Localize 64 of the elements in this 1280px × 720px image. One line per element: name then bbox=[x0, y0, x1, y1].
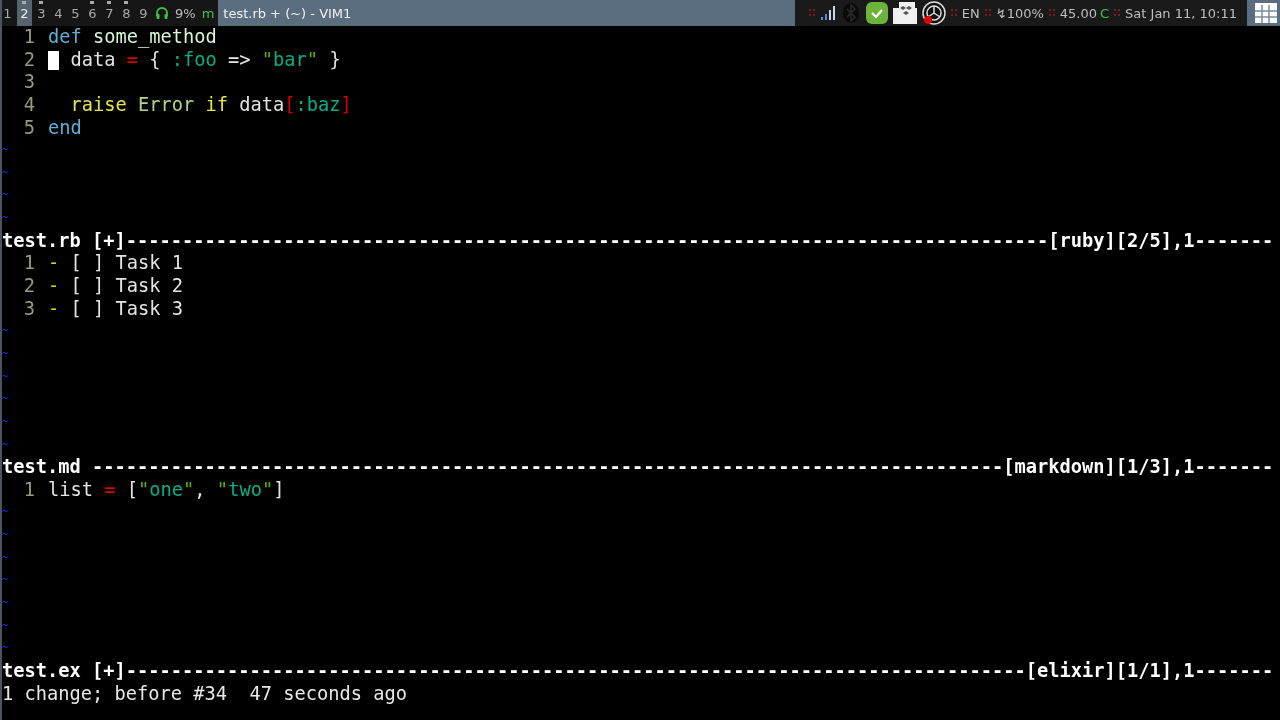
workspace-button[interactable]: 9 bbox=[136, 0, 151, 26]
filler-line-marker: ~ bbox=[2, 550, 9, 565]
line-number: 4 bbox=[22, 93, 35, 117]
status-line: test.rb [+]----------------------------------------------------------------------------------[ruby][2/5],1------- bbox=[2, 229, 1274, 253]
line-number: 3 bbox=[22, 297, 35, 321]
filler-line-marker: ~ bbox=[2, 324, 9, 339]
separator-icon bbox=[950, 8, 957, 18]
line-number: 1 bbox=[22, 478, 35, 502]
battery-text: ↯100% bbox=[995, 5, 1044, 21]
keyboard-layout[interactable]: EN bbox=[961, 5, 980, 21]
code-line: data = { :foo => "bar" } bbox=[48, 48, 341, 72]
filler-line-marker: ~ bbox=[2, 188, 9, 203]
filler-line-marker: ~ bbox=[2, 392, 9, 407]
code-line: - [ ] Task 1 bbox=[48, 252, 184, 276]
line-number: 2 bbox=[22, 275, 35, 298]
separator-icon bbox=[984, 8, 991, 18]
command-line-message: 1 change; before #34 47 seconds ago bbox=[2, 682, 408, 706]
filler-line-marker: ~ bbox=[2, 437, 9, 452]
workspace-button[interactable]: 2 bbox=[17, 0, 32, 26]
workspace-button[interactable]: 1 bbox=[2, 0, 15, 26]
workspace-button[interactable]: 4 bbox=[51, 0, 66, 26]
code-line: def some_method bbox=[48, 26, 217, 49]
window-title: test.rb + (~) - VIM1 bbox=[223, 5, 352, 21]
code-line: end bbox=[48, 116, 82, 140]
workspace-button[interactable]: 3 bbox=[34, 0, 49, 26]
filler-line-marker: ~ bbox=[2, 143, 9, 158]
clock[interactable]: Sat Jan 11, 10:11 bbox=[1125, 5, 1237, 21]
workspace-button[interactable]: 7 bbox=[102, 0, 117, 26]
mode-indicator: m bbox=[201, 5, 215, 21]
filler-line-marker: ~ bbox=[2, 596, 9, 610]
code-line: - [ ] Task 2 bbox=[48, 275, 184, 298]
line-number: 5 bbox=[22, 116, 35, 140]
signal-icon[interactable] bbox=[819, 5, 836, 21]
filler-line-marker: ~ bbox=[2, 505, 9, 520]
filler-line-marker: ~ bbox=[2, 346, 9, 361]
code-line: - [ ] Task 3 bbox=[48, 297, 184, 321]
status-line: test.md ---------------------------------------------------------------------------------[markdown][1/3],1------- bbox=[2, 456, 1274, 479]
volume-text: 9% bbox=[175, 5, 196, 21]
filler-line-marker: ~ bbox=[2, 641, 9, 656]
workspace-button[interactable]: 6 bbox=[85, 0, 100, 26]
code-line: raise Error if data[:baz] bbox=[69, 93, 352, 117]
line-number: 1 bbox=[22, 26, 35, 49]
status-line: test.ex [+]--------------------------------------------------------------------------------[elixir][1/1],1------- bbox=[2, 659, 1274, 683]
filler-line-marker: ~ bbox=[2, 211, 9, 226]
filler-line-marker: ~ bbox=[2, 414, 9, 429]
filler-line-marker: ~ bbox=[2, 528, 9, 543]
code-line: list = ["one", "two"] bbox=[48, 478, 285, 502]
filler-line-marker: ~ bbox=[2, 165, 9, 180]
headphones-icon[interactable] bbox=[155, 6, 169, 20]
separator-icon bbox=[808, 8, 815, 18]
workspace-button[interactable]: 5 bbox=[68, 0, 83, 26]
separator-icon bbox=[1114, 8, 1121, 18]
filler-line-marker: ~ bbox=[2, 573, 9, 588]
check-icon[interactable] bbox=[865, 2, 888, 24]
line-number: 1 bbox=[22, 252, 35, 276]
separator-icon bbox=[1048, 8, 1055, 18]
temperature-unit: C bbox=[1100, 5, 1110, 21]
line-number: 3 bbox=[22, 71, 35, 94]
line-number: 2 bbox=[22, 48, 35, 72]
grid-icon[interactable] bbox=[1255, 3, 1277, 23]
temperature-text: 45.00 bbox=[1059, 5, 1098, 21]
filler-line-marker: ~ bbox=[2, 369, 9, 384]
workspace-button[interactable]: 8 bbox=[119, 0, 134, 26]
filler-line-marker: ~ bbox=[2, 618, 9, 633]
